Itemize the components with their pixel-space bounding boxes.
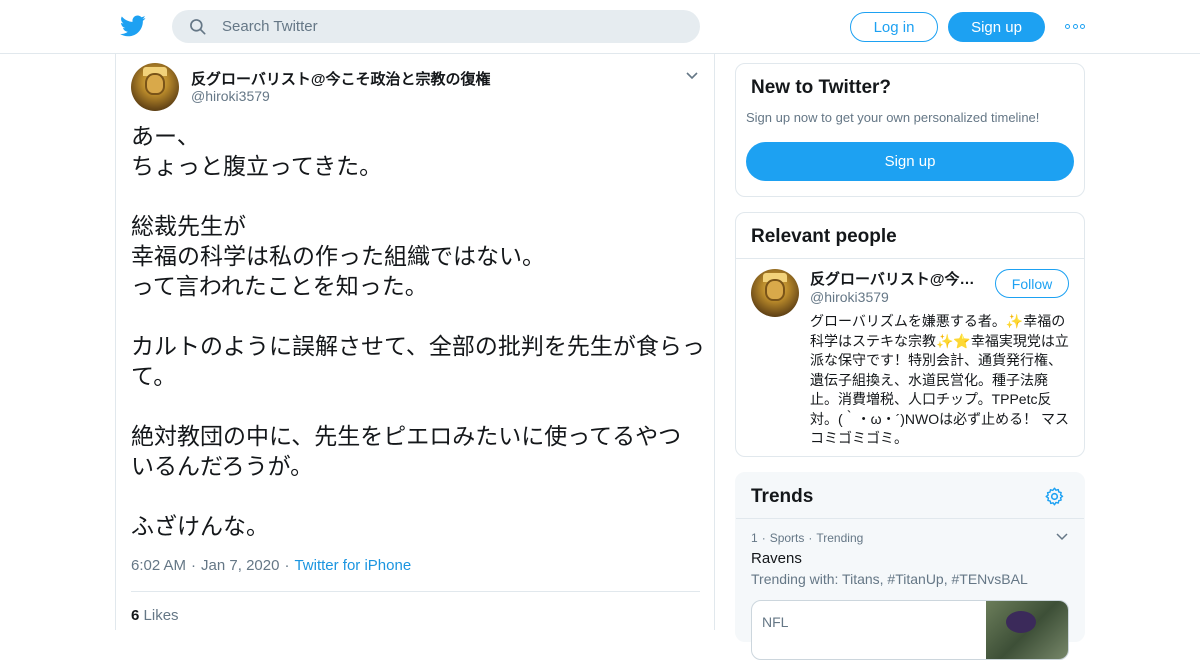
chevron-down-icon[interactable] xyxy=(685,71,699,81)
more-dot xyxy=(1072,23,1078,29)
twitter-bird-icon[interactable] xyxy=(120,13,146,39)
more-dot xyxy=(1080,23,1085,29)
login-button[interactable]: Log in xyxy=(850,12,938,42)
tweet-date[interactable]: Jan 7, 2020 xyxy=(201,557,279,574)
relevant-people-card: Relevant people 反グローバリスト@今こそ政治と宗教の復権 @hi… xyxy=(735,212,1085,457)
more-options-icon[interactable] xyxy=(1065,19,1085,33)
likes-label: Likes xyxy=(143,607,179,624)
tweet-detail: 反グローバリスト@今こそ政治と宗教の復権 @hiroki3579 あー、 ちょっ… xyxy=(115,54,715,630)
avatar[interactable] xyxy=(751,269,799,317)
trend-news-card[interactable]: NFL xyxy=(751,600,1069,660)
new-to-twitter-card: New to Twitter? Sign up now to get your … xyxy=(735,63,1085,197)
avatar-face xyxy=(765,279,785,301)
follow-button[interactable]: Follow xyxy=(995,269,1069,298)
divider xyxy=(131,591,700,592)
tweet-author-handle[interactable]: @hiroki3579 xyxy=(191,88,270,104)
card-subtitle: Sign up now to get your own personalized… xyxy=(746,110,1040,125)
top-navigation-bar: Log in Sign up xyxy=(0,0,1200,54)
trend-card-image xyxy=(986,601,1068,659)
person-handle[interactable]: @hiroki3579 xyxy=(810,289,889,305)
trends-card: Trends 1 · Sports · Trending Ravens Trending… xyxy=(735,472,1085,660)
tweet-source-link[interactable]: Twitter for iPhone xyxy=(294,557,411,574)
trend-category: Sports xyxy=(769,531,805,545)
trend-card-label: NFL xyxy=(762,614,789,630)
person-bio: グローバリズムを嫌悪する者。✨幸福の科学はステキな宗教✨⭐幸福実現党は立派な保守… xyxy=(810,313,1070,446)
trend-related: Trending with: Titans, #TitanUp, #TENvsB… xyxy=(751,571,1028,587)
likes-number: 6 xyxy=(131,607,140,624)
tweet-text: あー、 ちょっと腹立ってきた。 総裁先生が 幸福の科学は私の作った組織ではない。… xyxy=(131,123,705,539)
gear-icon[interactable] xyxy=(1044,486,1065,507)
trend-rank: 1 xyxy=(751,531,758,545)
separator-dot: · xyxy=(761,531,766,545)
likes-count[interactable]: 6 Likes xyxy=(131,607,179,624)
card-title: Relevant people xyxy=(751,226,897,247)
divider xyxy=(736,258,1084,259)
search-input[interactable] xyxy=(222,18,682,35)
separator-dot: · xyxy=(284,557,290,574)
card-title: Trends xyxy=(751,486,814,507)
signup-button[interactable]: Sign up xyxy=(948,12,1045,42)
tweet-time[interactable]: 6:02 AM xyxy=(131,557,186,574)
trend-meta: 1 · Sports · Trending xyxy=(751,531,863,545)
avatar-face xyxy=(145,73,165,95)
more-dot xyxy=(1065,23,1070,29)
divider xyxy=(736,518,1084,519)
search-bar[interactable] xyxy=(172,10,700,43)
card-title: New to Twitter? xyxy=(751,77,892,98)
chevron-down-icon[interactable] xyxy=(1056,533,1068,541)
person-name[interactable]: 反グローバリスト@今こそ政治と宗教の復権 xyxy=(810,268,980,289)
search-icon xyxy=(190,18,206,35)
separator-dot: · xyxy=(808,531,813,545)
avatar[interactable] xyxy=(131,63,179,111)
trend-name[interactable]: Ravens xyxy=(751,550,802,567)
sidebar-signup-button[interactable]: Sign up xyxy=(746,142,1074,181)
tweet-author-name[interactable]: 反グローバリスト@今こそ政治と宗教の復権 xyxy=(191,68,490,89)
separator-dot: · xyxy=(191,557,197,574)
trend-status: Trending xyxy=(816,531,864,545)
tweet-metadata: 6:02 AM · Jan 7, 2020 · Twitter for iPhone xyxy=(131,557,411,574)
